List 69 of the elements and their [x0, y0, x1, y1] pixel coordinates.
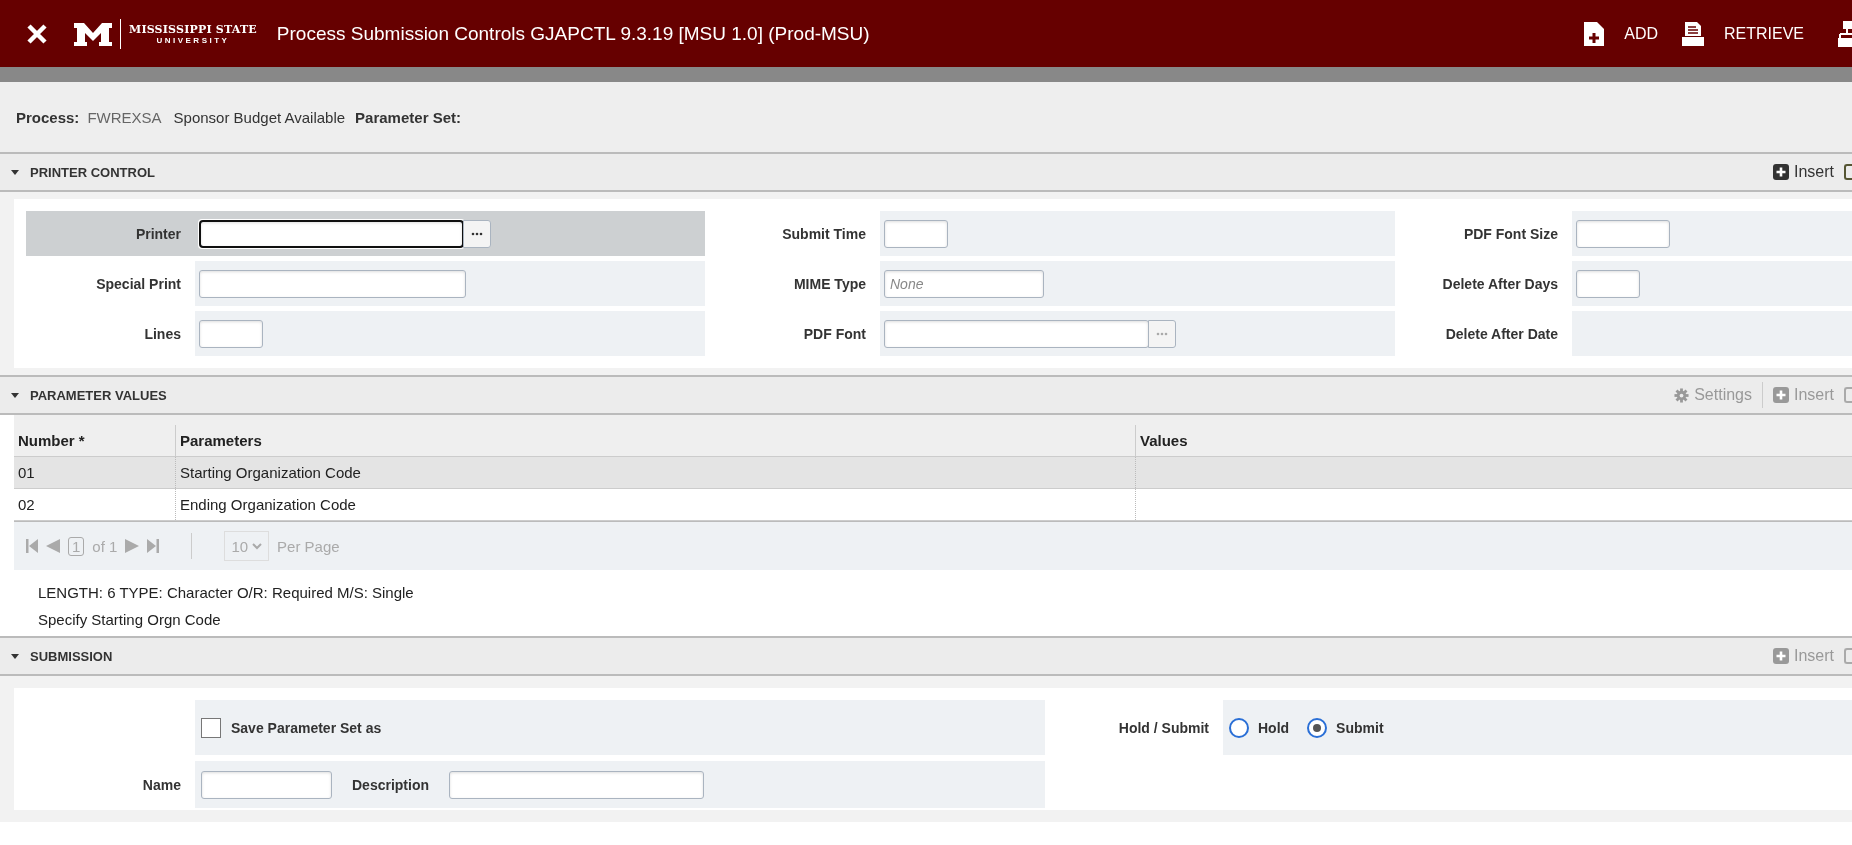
- collapse-caret-icon[interactable]: [10, 391, 20, 399]
- column-header[interactable]: Values: [1135, 425, 1852, 456]
- radio-label: Hold: [1258, 719, 1290, 736]
- process-code: FWREXSA: [87, 108, 162, 126]
- column-header[interactable]: Parameters: [175, 425, 1135, 456]
- retrieve-button[interactable]: RETRIEVE: [1704, 24, 1828, 43]
- process-label: Process:: [16, 108, 80, 126]
- table-row[interactable]: 02 Ending Organization Code: [14, 489, 1852, 521]
- hierarchy-icon[interactable]: [1838, 20, 1852, 47]
- plus-icon: [1773, 164, 1789, 180]
- field-label: Description: [352, 776, 429, 793]
- add-document-icon[interactable]: [1584, 21, 1605, 46]
- lookup-button[interactable]: [463, 219, 491, 248]
- section-title: SUBMISSION: [30, 648, 113, 664]
- text-field[interactable]: [199, 269, 466, 298]
- help-text: LENGTH: 6 TYPE: Character O/R: Required M/S: Single: [38, 584, 415, 601]
- university-name: MISSISSIPPI STATE: [129, 22, 257, 36]
- text-field[interactable]: [449, 770, 704, 799]
- field-label: PDF Font: [802, 324, 867, 344]
- table-cell-text: 01: [17, 463, 36, 483]
- radio-label: Submit: [1336, 719, 1384, 736]
- field-label: Submit Time: [781, 224, 867, 244]
- help-text: Specify Starting Orgn Code: [38, 611, 222, 628]
- document-tray-icon[interactable]: [1682, 21, 1704, 46]
- field-label: Delete After Days: [1441, 274, 1559, 294]
- ellipsis-icon: [1156, 331, 1168, 336]
- field-label: Hold / Submit: [1117, 718, 1210, 738]
- text-field[interactable]: [199, 319, 263, 348]
- section-title: PRINTER CONTROL: [30, 164, 155, 180]
- insert-button[interactable]: Insert: [1773, 163, 1834, 181]
- field-label: Name: [141, 775, 182, 795]
- text-field[interactable]: [884, 219, 948, 248]
- checkbox[interactable]: [201, 717, 221, 738]
- field-label: PDF Font Size: [1462, 224, 1559, 244]
- text-field[interactable]: None: [884, 269, 1044, 298]
- radio-button[interactable]: [1307, 717, 1328, 738]
- per-page-label: Per Page: [277, 537, 340, 555]
- field-label: Printer: [134, 224, 182, 244]
- window-title: Process Submission Controls GJAPCTL 9.3.19 [MSU 1.0] (Prod-MSU): [276, 22, 870, 45]
- parameter-set-label: Parameter Set:: [355, 108, 461, 126]
- checkbox-label: Save Parameter Set as: [231, 719, 382, 736]
- table-cell-text: 02: [17, 495, 36, 515]
- table-cell: Ending Organization Code: [175, 489, 1135, 520]
- text-field[interactable]: [1576, 269, 1640, 298]
- collapse-caret-icon[interactable]: [10, 168, 20, 176]
- text-field[interactable]: [201, 770, 332, 799]
- field-label: Special Print: [95, 274, 182, 294]
- gear-icon: [1674, 387, 1690, 403]
- field-label: MIME Type: [792, 274, 867, 294]
- radio-button[interactable]: [1229, 717, 1249, 738]
- university-subtitle: UNIVERSITY: [156, 35, 230, 45]
- section-title: PARAMETER VALUES: [30, 387, 167, 403]
- table-cell: Starting Organization Code: [175, 457, 1135, 488]
- close-icon[interactable]: [26, 22, 48, 45]
- column-header[interactable]: Number *: [14, 425, 175, 456]
- toolbar-icon[interactable]: [1844, 164, 1852, 180]
- field-label: Delete After Date: [1444, 324, 1559, 344]
- field-label: Lines: [143, 324, 182, 344]
- add-button[interactable]: ADD: [1604, 24, 1682, 43]
- chevron-down-icon: [252, 542, 263, 550]
- collapse-caret-icon[interactable]: [10, 652, 20, 660]
- text-field[interactable]: [1576, 219, 1670, 248]
- plus-icon: [1773, 387, 1789, 403]
- text-field[interactable]: [199, 219, 464, 248]
- page-count: of 1: [92, 537, 118, 555]
- ellipsis-icon: [471, 231, 483, 236]
- plus-icon: [1773, 648, 1789, 664]
- process-name: Sponsor Budget Available: [173, 108, 346, 126]
- table-row[interactable]: 01 Starting Organization Code: [14, 457, 1852, 489]
